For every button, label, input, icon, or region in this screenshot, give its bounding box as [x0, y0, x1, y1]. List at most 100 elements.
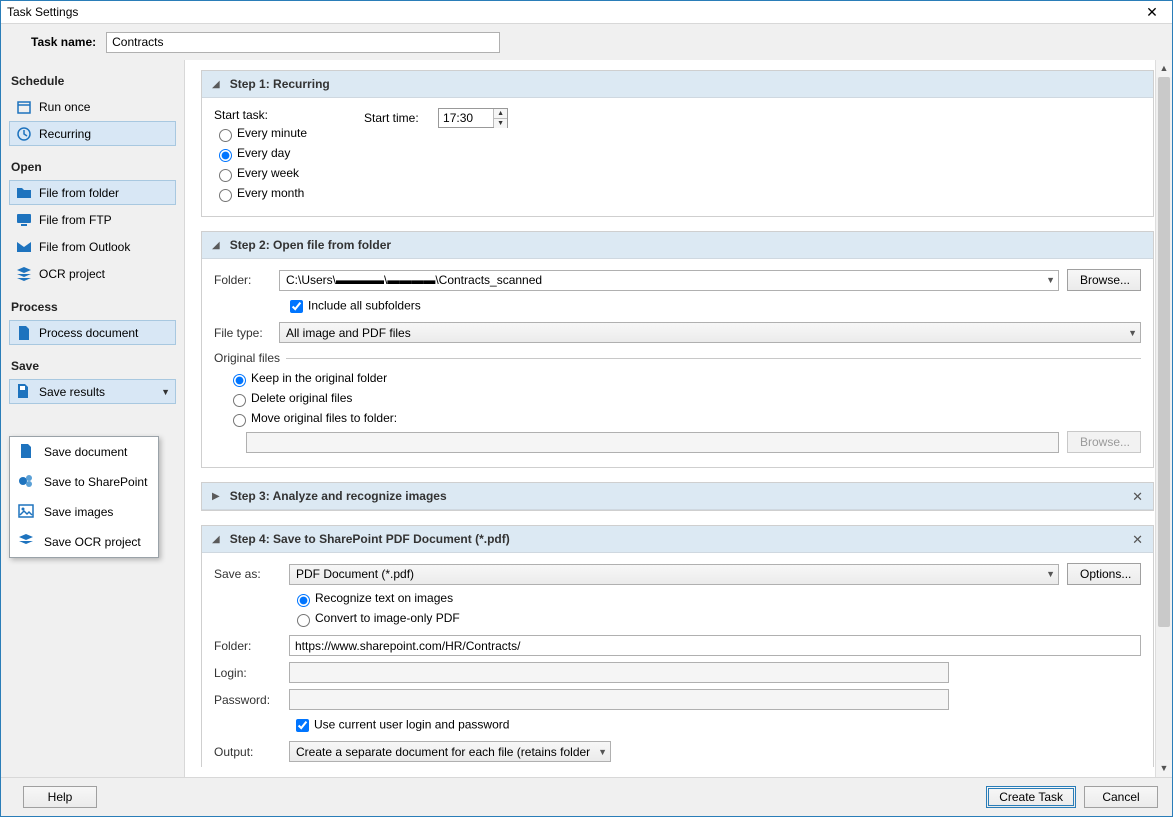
scroll-down-icon[interactable]: ▼: [1156, 760, 1172, 777]
save-heading: Save: [11, 359, 174, 373]
title-bar: Task Settings ✕: [1, 1, 1172, 24]
sidebar-item-file-from-ftp[interactable]: File from FTP: [9, 207, 176, 232]
folder-icon: [15, 184, 33, 202]
use-current-user-checkbox[interactable]: Use current user login and password: [292, 716, 509, 735]
collapse-icon: ◢: [212, 240, 220, 251]
radio-every-minute[interactable]: Every minute: [214, 126, 324, 142]
step-1-header[interactable]: ◢ Step 1: Recurring: [202, 71, 1153, 98]
mail-icon: [15, 238, 33, 256]
radio-every-week[interactable]: Every week: [214, 166, 324, 182]
layers-icon: [18, 533, 36, 551]
chevron-down-icon: ▼: [1046, 275, 1055, 285]
collapse-icon: ◢: [212, 79, 220, 90]
sidebar-item-process-document[interactable]: Process document: [9, 320, 176, 345]
close-step-icon[interactable]: ✕: [1132, 532, 1143, 548]
file-type-label: File type:: [214, 326, 279, 340]
folder-value: C:\Users\▬▬▬▬\▬▬▬▬\Contracts_scanned: [286, 273, 542, 287]
step-title: Step 3: Analyze and recognize images: [230, 489, 447, 503]
scroll-track[interactable]: [1156, 77, 1172, 760]
output-label: Output:: [214, 745, 289, 759]
include-subfolders-checkbox[interactable]: Include all subfolders: [286, 297, 421, 316]
help-button[interactable]: Help: [23, 786, 97, 808]
radio-every-month[interactable]: Every month: [214, 186, 324, 202]
content-pane: ◢ Step 1: Recurring Start task: Every mi…: [185, 60, 1172, 777]
sidebar-item-ocr-project[interactable]: OCR project: [9, 261, 176, 286]
scroll-up-icon[interactable]: ▲: [1156, 60, 1172, 77]
step-4-panel: ◢ Step 4: Save to SharePoint PDF Documen…: [201, 525, 1154, 767]
step-3-panel: ▶ Step 3: Analyze and recognize images ✕: [201, 482, 1154, 511]
sidebar-label: File from FTP: [39, 213, 112, 227]
sidebar-item-recurring[interactable]: Recurring: [9, 121, 176, 146]
document-icon: [15, 324, 33, 342]
chevron-down-icon: ▼: [1046, 569, 1055, 579]
step-4-header[interactable]: ◢ Step 4: Save to SharePoint PDF Documen…: [202, 526, 1153, 553]
menu-item-save-document[interactable]: Save document: [10, 437, 158, 467]
output-value: Create a separate document for each file…: [296, 745, 590, 759]
start-time-spinner[interactable]: 17:30 ▲▼: [438, 108, 508, 128]
radio-keep-original[interactable]: Keep in the original folder: [228, 371, 1141, 387]
output-combo[interactable]: Create a separate document for each file…: [289, 741, 611, 762]
menu-item-save-sharepoint[interactable]: Save to SharePoint: [10, 467, 158, 497]
sidebar-item-save-results[interactable]: Save results ▼: [9, 379, 176, 404]
sidebar-item-run-once[interactable]: Run once: [9, 94, 176, 119]
browse-button[interactable]: Browse...: [1067, 269, 1141, 291]
original-files-legend: Original files: [214, 351, 286, 365]
menu-item-save-ocr-project[interactable]: Save OCR project: [10, 527, 158, 557]
login-input: [289, 662, 949, 683]
create-task-button[interactable]: Create Task: [986, 786, 1076, 808]
menu-label: Save to SharePoint: [44, 475, 147, 489]
sidebar-label: Process document: [39, 326, 138, 340]
sp-folder-label: Folder:: [214, 639, 289, 653]
step-1-panel: ◢ Step 1: Recurring Start task: Every mi…: [201, 70, 1154, 217]
step-2-panel: ◢ Step 2: Open file from folder Folder: …: [201, 231, 1154, 468]
radio-delete-original[interactable]: Delete original files: [228, 391, 1141, 407]
expand-icon: ▶: [212, 491, 220, 502]
task-name-label: Task name:: [31, 35, 96, 49]
radio-recognize-text[interactable]: Recognize text on images: [292, 591, 1141, 607]
sidebar-label: Save results: [39, 385, 105, 399]
menu-item-save-images[interactable]: Save images: [10, 497, 158, 527]
password-label: Password:: [214, 693, 289, 707]
image-icon: [18, 503, 36, 521]
file-type-combo[interactable]: All image and PDF files ▼: [279, 322, 1141, 343]
sp-folder-input[interactable]: [289, 635, 1141, 656]
password-input: [289, 689, 949, 710]
move-browse-button: Browse...: [1067, 431, 1141, 453]
radio-every-day[interactable]: Every day: [214, 146, 324, 162]
sidebar-item-file-from-outlook[interactable]: File from Outlook: [9, 234, 176, 259]
chevron-down-icon: ▼: [1128, 328, 1137, 338]
folder-combo[interactable]: C:\Users\▬▬▬▬\▬▬▬▬\Contracts_scanned ▼: [279, 270, 1059, 291]
folder-label: Folder:: [214, 273, 279, 287]
sidebar-label: Run once: [39, 100, 90, 114]
vertical-scrollbar[interactable]: ▲ ▼: [1155, 60, 1172, 777]
close-step-icon[interactable]: ✕: [1132, 489, 1143, 505]
spin-up-icon[interactable]: ▲: [494, 109, 507, 119]
layers-icon: [15, 265, 33, 283]
scroll-thumb[interactable]: [1158, 77, 1170, 627]
close-icon[interactable]: ✕: [1138, 4, 1166, 21]
monitor-icon: [15, 211, 33, 229]
window-title: Task Settings: [7, 5, 1138, 19]
radio-move-original[interactable]: Move original files to folder:: [228, 411, 1141, 427]
menu-label: Save images: [44, 505, 113, 519]
spin-down-icon[interactable]: ▼: [494, 119, 507, 128]
step-title: Step 4: Save to SharePoint PDF Document …: [230, 532, 510, 546]
options-button[interactable]: Options...: [1067, 563, 1141, 585]
save-as-combo[interactable]: PDF Document (*.pdf) ▼: [289, 564, 1059, 585]
file-type-value: All image and PDF files: [286, 326, 411, 340]
clock-icon: [15, 98, 33, 116]
step-title: Step 2: Open file from folder: [230, 238, 391, 252]
recurring-icon: [15, 125, 33, 143]
task-name-input[interactable]: [106, 32, 500, 53]
step-2-header[interactable]: ◢ Step 2: Open file from folder: [202, 232, 1153, 259]
start-task-label: Start task:: [214, 108, 324, 122]
cancel-button[interactable]: Cancel: [1084, 786, 1158, 808]
chevron-down-icon: ▼: [161, 387, 170, 397]
document-icon: [18, 443, 36, 461]
sidebar-item-file-from-folder[interactable]: File from folder: [9, 180, 176, 205]
radio-image-only[interactable]: Convert to image-only PDF: [292, 611, 1141, 627]
step-3-header[interactable]: ▶ Step 3: Analyze and recognize images ✕: [202, 483, 1153, 510]
open-heading: Open: [11, 160, 174, 174]
sidebar-label: File from folder: [39, 186, 119, 200]
login-label: Login:: [214, 666, 289, 680]
